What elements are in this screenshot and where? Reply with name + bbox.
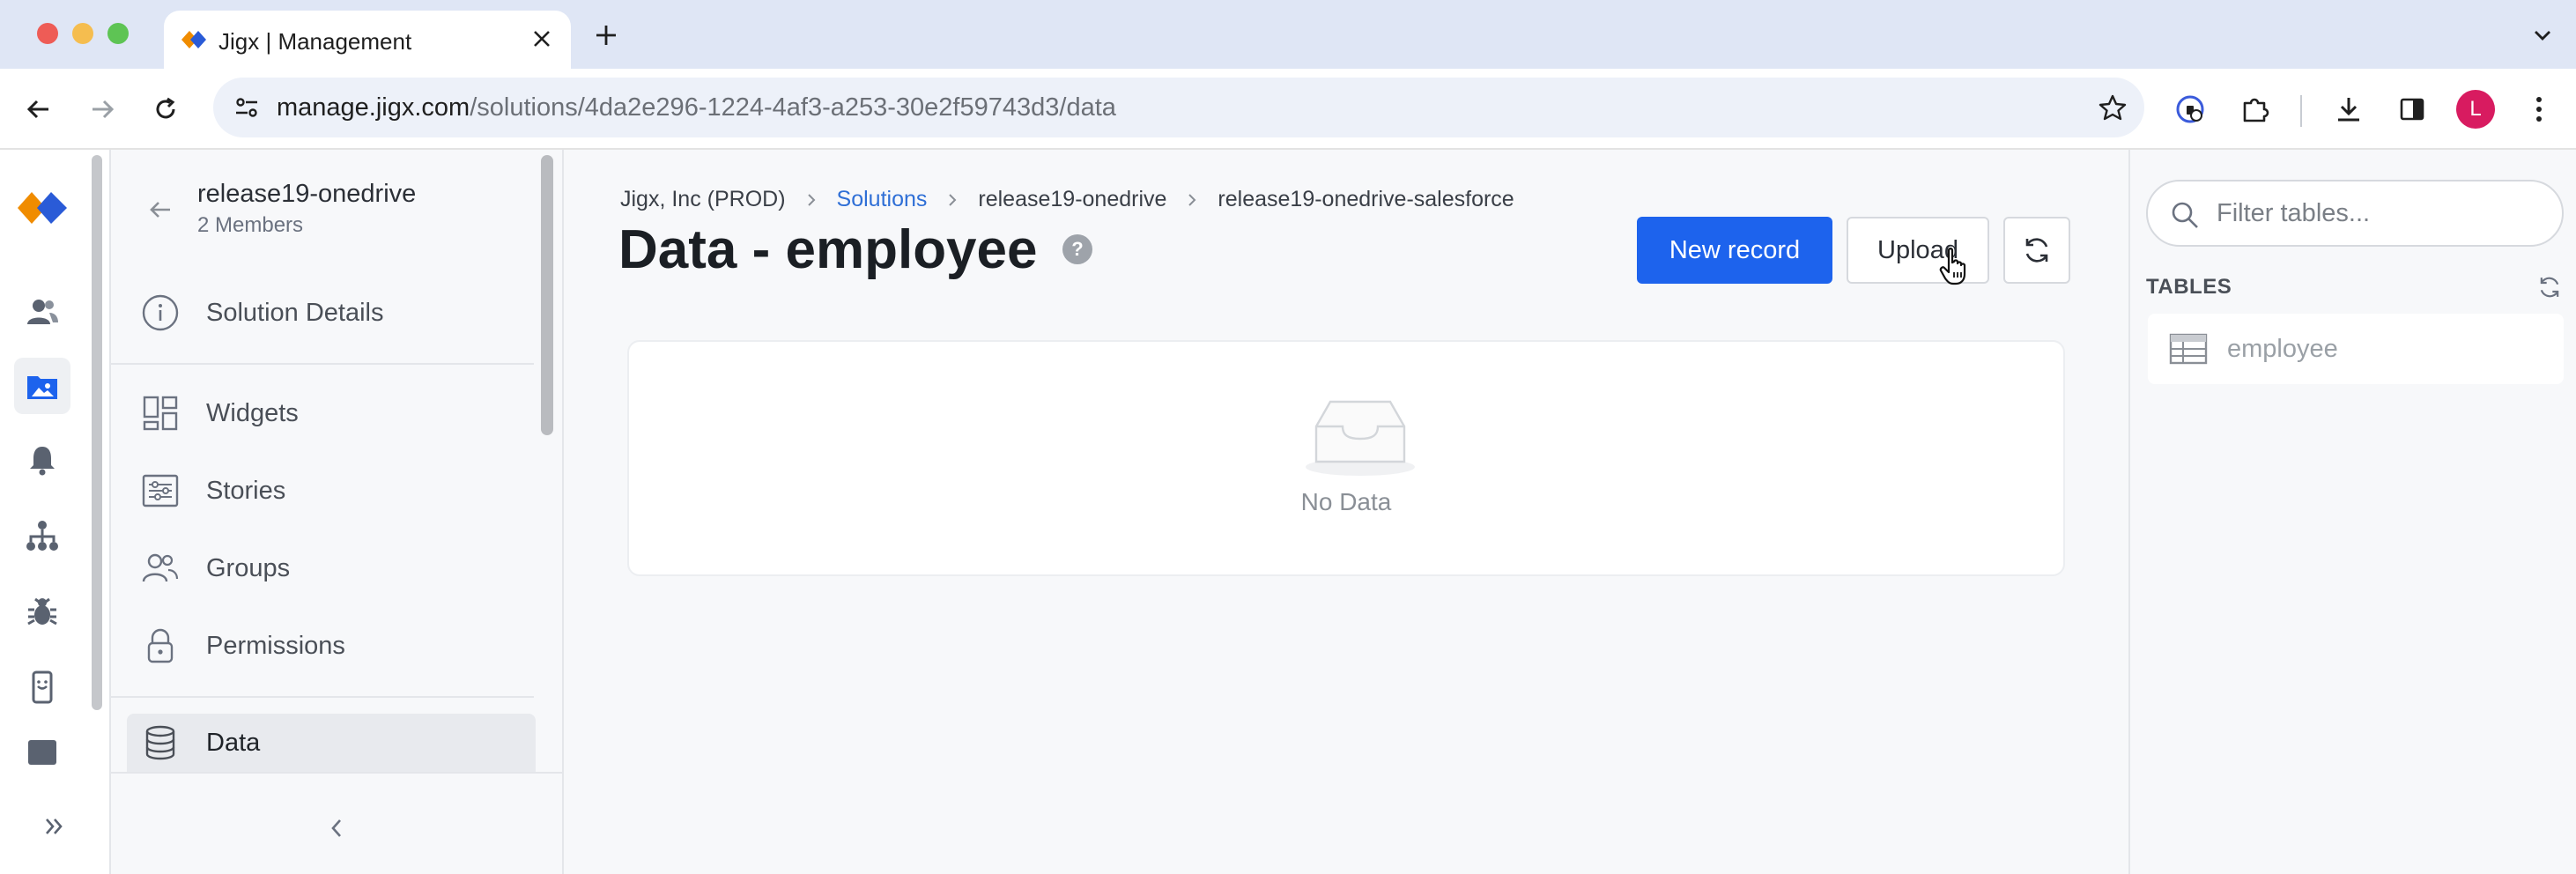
filter-tables-input[interactable] — [2217, 196, 2551, 231]
sidebar-scrollbar[interactable] — [541, 155, 553, 435]
jigx-logo-icon[interactable] — [16, 181, 69, 234]
collapse-sidebar-icon[interactable] — [317, 809, 356, 848]
sidebar-item-solution-details[interactable]: Solution Details — [139, 280, 536, 345]
sidebar-item-data[interactable]: Data — [127, 714, 536, 772]
groups-icon — [139, 547, 181, 589]
tables-panel: TABLES employee — [2128, 150, 2576, 874]
main-content: Jigx, Inc (PROD) Solutions release19-one… — [564, 150, 2128, 874]
new-tab-icon[interactable] — [588, 18, 624, 53]
url-text[interactable]: manage.jigx.com/solutions/4da2e296-1224-… — [277, 93, 1116, 122]
forward-arrow-icon[interactable] — [81, 88, 123, 130]
sidebar-divider — [111, 363, 534, 365]
profile-avatar[interactable]: L — [2456, 90, 2495, 129]
extensions-puzzle-icon[interactable] — [2234, 88, 2276, 130]
sidebar-item-permissions[interactable]: Permissions — [139, 613, 536, 678]
browser-tab-bar: Jigx | Management — [0, 0, 2576, 69]
back-arrow-icon[interactable] — [141, 190, 180, 229]
sidebar-item-widgets[interactable]: Widgets — [139, 381, 536, 446]
jigx-favicon-icon — [181, 31, 206, 48]
browser-menu-icon[interactable] — [2518, 88, 2560, 130]
table-list-item[interactable]: employee — [2148, 314, 2564, 384]
notifications-icon[interactable] — [14, 432, 70, 488]
sidebar-item-label: Solution Details — [206, 298, 384, 327]
rail-scrollbar[interactable] — [92, 155, 102, 710]
sidebar-item-label: Groups — [206, 553, 291, 582]
help-icon[interactable]: ? — [1062, 234, 1092, 264]
sidebar-item-groups[interactable]: Groups — [139, 536, 536, 601]
hand-pointer-cursor-icon — [1939, 248, 1966, 285]
sidebar-item-label: Permissions — [206, 631, 345, 660]
sidebar-item-stories[interactable]: Stories — [139, 458, 536, 523]
empty-state-text: No Data — [1300, 488, 1392, 515]
lock-icon — [139, 625, 181, 667]
address-bar[interactable]: manage.jigx.com/solutions/4da2e296-1224-… — [213, 78, 2144, 137]
browser-tab[interactable]: Jigx | Management — [164, 11, 571, 69]
tab-title: Jigx | Management — [218, 28, 412, 55]
toolbar-separator — [2300, 95, 2302, 127]
download-icon[interactable] — [2328, 88, 2370, 130]
url-host: manage.jigx.com — [277, 93, 470, 122]
table-grid-icon — [2167, 328, 2210, 370]
tables-heading: TABLES — [2146, 275, 2232, 299]
table-name: employee — [2227, 334, 2338, 363]
new-record-button[interactable]: New record — [1637, 217, 1832, 284]
refresh-icon — [2025, 238, 2048, 263]
solutions-icon[interactable] — [14, 358, 70, 414]
solution-name: release19-onedrive — [197, 180, 417, 208]
bug-icon[interactable] — [14, 583, 70, 640]
url-path: /solutions/4da2e296-1224-4af3-a253-30e2f… — [470, 93, 1116, 122]
breadcrumb-solution[interactable]: release19-onedrive — [978, 187, 1166, 212]
widgets-icon — [139, 392, 181, 434]
breadcrumb: Jigx, Inc (PROD) Solutions release19-one… — [620, 187, 1514, 212]
window-minimize-button[interactable] — [72, 23, 93, 44]
password-manager-icon[interactable] — [2169, 88, 2211, 130]
data-table-card: No Data — [627, 340, 2065, 576]
stories-icon — [139, 470, 181, 512]
app-icon-rail — [0, 150, 111, 874]
search-icon — [2167, 197, 2202, 233]
sidebar-item-label: Stories — [206, 476, 286, 505]
mobile-device-icon[interactable] — [14, 659, 70, 715]
sidebar-footer — [111, 772, 562, 874]
sidebar-item-label: Data — [206, 728, 261, 757]
site-settings-icon[interactable] — [226, 86, 268, 129]
breadcrumb-org[interactable]: Jigx, Inc (PROD) — [620, 187, 786, 212]
expand-rail-icon[interactable] — [35, 807, 74, 846]
chevron-right-icon — [1186, 192, 1198, 208]
filter-tables-field[interactable] — [2146, 180, 2564, 247]
solution-members: 2 Members — [197, 213, 304, 237]
breadcrumb-solutions[interactable]: Solutions — [837, 187, 928, 212]
solution-sidebar: release19-onedrive 2 Members Solution De… — [111, 150, 564, 874]
bookmark-star-icon[interactable] — [2091, 86, 2134, 129]
chevron-right-icon — [805, 192, 818, 208]
tab-search-chevron-icon[interactable] — [2525, 18, 2560, 53]
chevron-right-icon — [946, 192, 959, 208]
window-zoom-button[interactable] — [107, 23, 129, 44]
analytics-icon[interactable] — [14, 733, 70, 772]
database-icon — [139, 722, 181, 764]
org-chart-icon[interactable] — [14, 507, 70, 564]
users-icon[interactable] — [14, 284, 70, 340]
sidebar-divider — [111, 696, 534, 698]
browser-toolbar: manage.jigx.com/solutions/4da2e296-1224-… — [0, 69, 2576, 150]
back-arrow-icon[interactable] — [18, 88, 60, 130]
sidebar-item-label: Widgets — [206, 398, 299, 427]
empty-inbox-icon — [1306, 400, 1415, 476]
page-title: Data - employee — [618, 219, 1038, 280]
info-icon — [139, 292, 181, 334]
breadcrumb-current: release19-onedrive-salesforce — [1218, 187, 1514, 211]
refresh-tables-icon[interactable] — [2534, 271, 2565, 303]
reload-icon[interactable] — [144, 88, 187, 130]
window-close-button[interactable] — [37, 23, 58, 44]
side-panel-icon[interactable] — [2391, 88, 2433, 130]
refresh-button[interactable] — [2003, 217, 2070, 284]
close-tab-icon[interactable] — [527, 24, 557, 54]
